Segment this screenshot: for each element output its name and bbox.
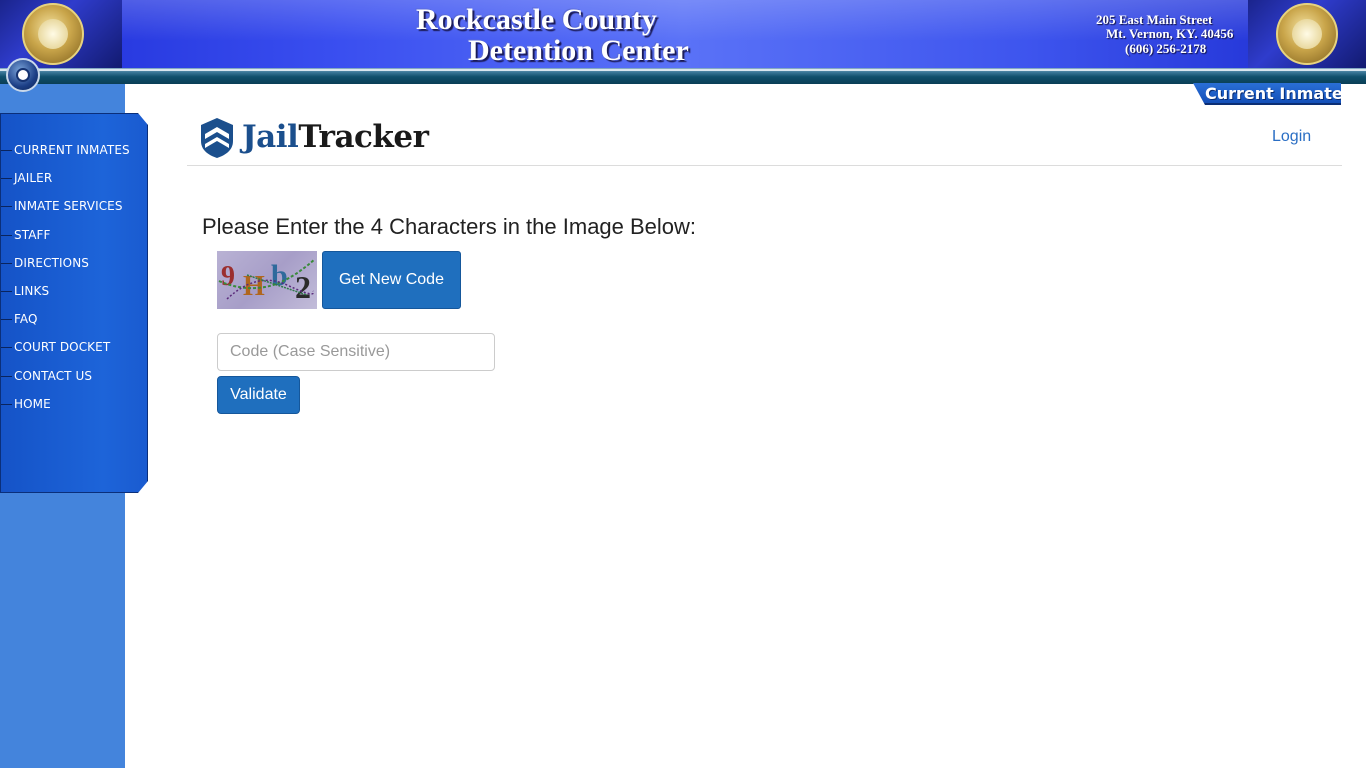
kentucky-flag-right — [1248, 0, 1366, 68]
shield-icon — [201, 118, 233, 158]
nav-link[interactable]: JAILER — [14, 171, 52, 185]
side-navigation: CURRENT INMATES JAILER INMATE SERVICES S… — [0, 113, 148, 493]
nav-link[interactable]: COURT DOCKET — [14, 340, 110, 354]
nav-link[interactable]: STAFF — [14, 228, 51, 242]
nav-link[interactable]: CONTACT US — [14, 369, 92, 383]
banner-stripe-highlight — [0, 69, 1366, 71]
address-city: Mt. Vernon, KY. 40456 — [1106, 26, 1234, 41]
current-inmates-tab[interactable]: Current Inmates — [1193, 83, 1341, 105]
captcha-prompt: Please Enter the 4 Characters in the Ima… — [202, 214, 697, 239]
header-divider — [187, 165, 1342, 166]
jailtracker-wordmark: JailTracker — [242, 119, 429, 155]
login-link[interactable]: Login — [1272, 128, 1311, 146]
nav-link[interactable]: LINKS — [14, 284, 49, 298]
nav-link[interactable]: DIRECTIONS — [14, 256, 89, 270]
get-new-code-button[interactable]: Get New Code — [322, 251, 461, 309]
captcha-code-input[interactable] — [217, 333, 495, 371]
nav-link[interactable]: FAQ — [14, 312, 38, 326]
nav-link[interactable]: INMATE SERVICES — [14, 199, 123, 213]
address-phone: (606) 256-2178 — [1125, 41, 1207, 56]
current-inmates-tab-label: Current Inmates — [1205, 84, 1353, 103]
jailtracker-logo: JailTracker — [200, 117, 440, 159]
county-emblem-icon — [6, 58, 40, 92]
nav-link[interactable]: CURRENT INMATES — [14, 143, 130, 157]
site-title-line-1: Rockcastle County — [416, 3, 657, 36]
state-seal-icon — [22, 3, 84, 65]
captcha-noise — [218, 258, 316, 300]
address-street: 205 East Main Street — [1096, 12, 1213, 27]
site-title-line-2: Detention Center — [468, 34, 689, 67]
site-banner: Rockcastle County Detention Center 205 E… — [0, 0, 1366, 84]
nav-link[interactable]: HOME — [14, 397, 51, 411]
captcha-image: 9 H b 2 — [217, 251, 317, 309]
state-seal-icon — [1276, 3, 1338, 65]
validate-button[interactable]: Validate — [217, 376, 300, 414]
